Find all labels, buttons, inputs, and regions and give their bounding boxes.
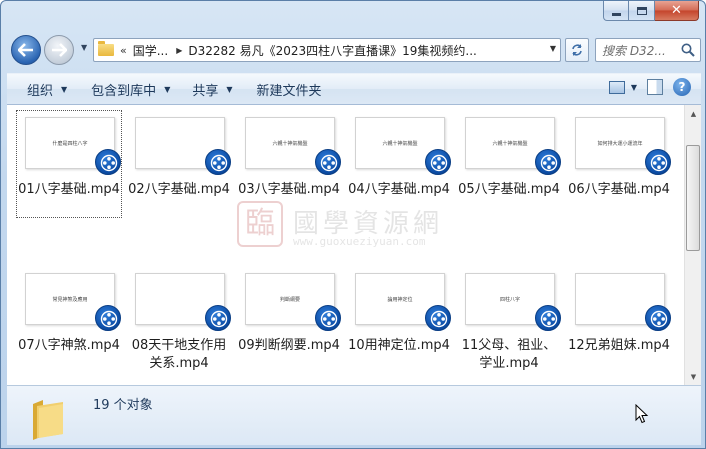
file-item[interactable]: 論用神定位 10用神定位.mp4 (347, 267, 451, 373)
file-name: 11父母、祖业、学业.mp4 (461, 338, 557, 371)
file-item[interactable]: 六親十神氣機盤 03八字基础.mp4 (237, 111, 341, 217)
video-file-icon (205, 305, 231, 331)
include-in-library-button[interactable]: 包含到库中 ▼ (81, 77, 180, 101)
scrollbar-thumb[interactable] (686, 145, 700, 251)
file-item[interactable]: 12兄弟姐妹.mp4 (567, 267, 671, 373)
item-count: 19 个对象 (93, 398, 153, 413)
chevron-down-icon: ▼ (226, 84, 233, 94)
thumbnail-title: 判斷綱要 (279, 297, 300, 303)
preview-pane-icon[interactable] (647, 79, 663, 95)
caption-buttons: ✕ (603, 1, 699, 21)
change-view-icon[interactable] (608, 80, 625, 94)
video-file-icon (645, 149, 671, 175)
thumbnail-title: 六親十神氣機盤 (382, 141, 418, 147)
navigation-bar: ▼ « 国学... ▶ D32282 易凡《2023四柱八字直播课》19集视频约… (7, 31, 701, 67)
file-item[interactable]: 六親十神氣機盤 05八字基础.mp4 (457, 111, 561, 217)
file-item[interactable]: 02八字基础.mp4 (127, 111, 231, 217)
back-button[interactable] (11, 35, 41, 65)
file-item[interactable]: 常見神煞及應用 07八字神煞.mp4 (17, 267, 121, 373)
file-name: 08天干地支作用关系.mp4 (131, 338, 227, 371)
thumbnail-title: 六親十神氣機盤 (492, 141, 528, 147)
file-grid: 什麼是四柱八字 01八字基础.mp4 02八字基础.mp4 六親十神氣機盤 03八字基础… (11, 107, 681, 385)
refresh-icon (572, 44, 582, 56)
share-button[interactable]: 共享 ▼ (182, 77, 242, 101)
file-item[interactable]: 判斷綱要 09判断纲要.mp4 (237, 267, 341, 373)
scroll-down-icon[interactable]: ▼ (685, 368, 701, 385)
thumbnail-title: 論用神定位 (387, 297, 413, 303)
video-file-icon (95, 149, 121, 175)
video-file-icon (535, 305, 561, 331)
file-name: 02八字基础.mp4 (128, 182, 230, 197)
video-file-icon (205, 149, 231, 175)
close-button[interactable]: ✕ (655, 1, 699, 21)
file-name: 01八字基础.mp4 (18, 182, 120, 197)
video-file-icon (315, 305, 341, 331)
file-name: 03八字基础.mp4 (238, 182, 340, 197)
thumbnail-title: 如何排大運小運流年 (597, 141, 643, 147)
organize-button[interactable]: 组织 ▼ (17, 77, 77, 101)
video-file-icon (425, 149, 451, 175)
video-file-icon (315, 149, 341, 175)
arrow-right-icon (52, 43, 67, 57)
address-dropdown-icon[interactable]: ▼ (550, 44, 556, 53)
file-name: 05八字基础.mp4 (458, 182, 560, 197)
refresh-button[interactable] (565, 38, 589, 62)
video-file-icon (645, 305, 671, 331)
chevron-down-icon: ▼ (61, 84, 68, 94)
address-overflow[interactable]: « (120, 44, 127, 57)
maximize-button[interactable] (629, 1, 655, 21)
details-pane: 19 个对象 (7, 385, 701, 445)
minimize-button[interactable] (603, 1, 629, 21)
search-input[interactable]: 搜索 D32... (595, 38, 701, 62)
thumbnail-title: 什麼是四柱八字 (52, 141, 88, 147)
video-file-icon (95, 305, 121, 331)
breadcrumb-current[interactable]: D32282 易凡《2023四柱八字直播课》19集视频约... (188, 42, 476, 59)
scroll-up-icon[interactable]: ▲ (685, 105, 701, 122)
chevron-down-icon: ▼ (164, 84, 171, 94)
file-name: 10用神定位.mp4 (348, 338, 450, 353)
video-file-icon (425, 305, 451, 331)
view-options-chevron-icon[interactable]: ▼ (631, 83, 637, 92)
file-item[interactable]: 四柱八字 11父母、祖业、学业.mp4 (457, 267, 561, 373)
breadcrumb-parent[interactable]: 国学... (133, 42, 168, 59)
file-item[interactable]: 08天干地支作用关系.mp4 (127, 267, 231, 373)
new-folder-button[interactable]: 新建文件夹 (247, 77, 332, 101)
search-icon[interactable] (680, 42, 696, 58)
breadcrumb-separator-icon[interactable]: ▶ (176, 46, 182, 55)
address-bar[interactable]: « 国学... ▶ D32282 易凡《2023四柱八字直播课》19集视频约..… (93, 38, 561, 62)
search-placeholder: 搜索 D32... (602, 43, 666, 58)
file-name: 06八字基础.mp4 (568, 182, 670, 197)
command-bar: 组织 ▼ 包含到库中 ▼ 共享 ▼ 新建文件夹 ▼ ? (7, 73, 701, 105)
folder-icon (33, 400, 63, 440)
thumbnail-title: 六親十神氣機盤 (272, 141, 308, 147)
thumbnail-title: 四柱八字 (499, 297, 520, 303)
file-list: 臨 國學資源網 www.guoxueziyuan.com 什麼是四柱八字 01八字… (7, 105, 701, 385)
mouse-cursor-icon (635, 404, 649, 424)
file-name: 09判断纲要.mp4 (238, 338, 340, 353)
recent-pages-dropdown[interactable]: ▼ (81, 43, 87, 52)
file-item[interactable]: 什麼是四柱八字 01八字基础.mp4 (16, 110, 122, 218)
video-file-icon (535, 149, 561, 175)
file-item[interactable]: 六親十神氣機盤 04八字基础.mp4 (347, 111, 451, 217)
vertical-scrollbar[interactable]: ▲ ▼ (684, 105, 701, 385)
file-name: 07八字神煞.mp4 (18, 338, 120, 353)
thumbnail-title: 常見神煞及應用 (52, 297, 88, 303)
file-item[interactable]: 如何排大運小運流年 06八字基础.mp4 (567, 111, 671, 217)
explorer-window: ✕ ▼ « 国学... ▶ D32282 易凡《2023四柱八字直播课》19集视… (0, 0, 706, 449)
file-name: 12兄弟姐妹.mp4 (568, 338, 670, 353)
file-name: 04八字基础.mp4 (348, 182, 450, 197)
forward-button[interactable] (44, 35, 74, 65)
help-icon[interactable]: ? (673, 78, 691, 96)
arrow-left-icon (18, 43, 33, 57)
folder-icon (98, 41, 114, 56)
